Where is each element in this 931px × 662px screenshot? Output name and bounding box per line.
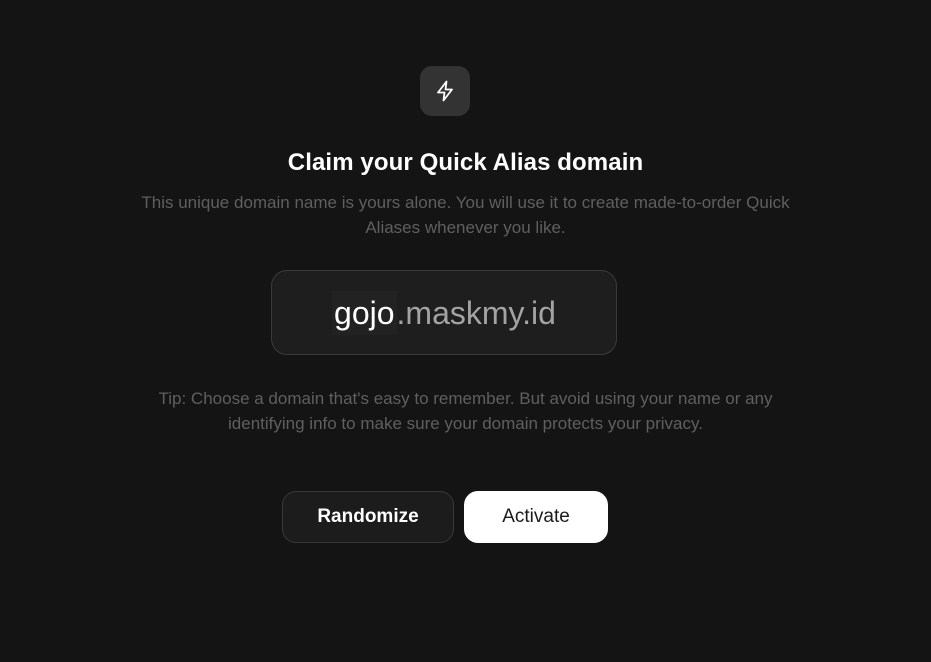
- claim-domain-dialog: Claim your Quick Alias domain This uniqu…: [0, 0, 931, 662]
- lightning-bolt-icon: [437, 80, 453, 102]
- randomize-button[interactable]: Randomize: [282, 491, 454, 543]
- lightning-bolt-tile: [420, 66, 470, 116]
- domain-display[interactable]: gojo .maskmy.id: [271, 270, 617, 355]
- activate-button[interactable]: Activate: [464, 491, 608, 543]
- page-title: Claim your Quick Alias domain: [287, 149, 644, 176]
- page-subtitle: This unique domain name is yours alone. …: [141, 193, 790, 237]
- domain-suffix: .maskmy.id: [396, 294, 556, 331]
- tip-text: Tip: Choose a domain that's easy to reme…: [158, 389, 773, 433]
- domain-prefix[interactable]: gojo: [332, 290, 397, 335]
